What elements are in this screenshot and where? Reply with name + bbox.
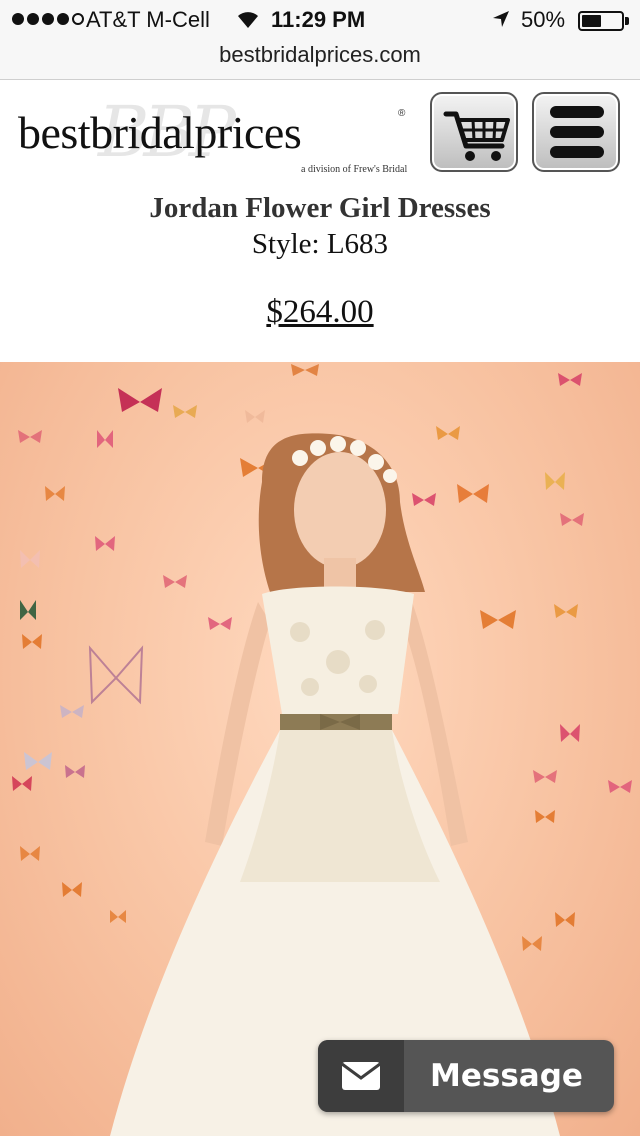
status-time: 11:29 PM — [271, 7, 366, 32]
battery-level — [582, 15, 601, 27]
product-style: Style: L683 — [251, 228, 389, 260]
status-bar: AT&T M-Cell 11:29 PM 50% — [0, 0, 640, 40]
battery-icon — [578, 11, 624, 31]
product-image[interactable] — [0, 362, 640, 1136]
location-arrow-icon — [493, 11, 509, 27]
message-button-label: Message — [430, 1058, 583, 1094]
site-header: BBP bestbridalprices ® a division of Fre… — [0, 80, 640, 180]
menu-button[interactable] — [532, 92, 620, 172]
signal-strength-icon — [12, 13, 84, 25]
product-price[interactable]: $264.00 — [0, 294, 640, 331]
message-button[interactable]: Message — [318, 1040, 614, 1112]
address-bar-url[interactable]: bestbridalprices.com — [0, 42, 640, 68]
carrier-name: AT&T M-Cell — [86, 7, 210, 32]
logo-wordmark: bestbridalprices — [18, 107, 302, 158]
cart-icon — [443, 111, 510, 161]
message-icon-area — [318, 1040, 404, 1112]
battery-tip — [625, 17, 629, 25]
logo-registered-mark: ® — [398, 108, 406, 119]
logo-subtitle: a division of Frew's Bridal — [301, 164, 408, 175]
wifi-icon — [238, 12, 258, 28]
battery-percent: 50% — [521, 7, 566, 32]
cart-button[interactable] — [430, 92, 518, 172]
price-link[interactable]: $264.00 — [266, 294, 373, 330]
product-photo-illustration — [12, 364, 632, 1136]
browser-chrome: AT&T M-Cell 11:29 PM 50% bestbridalprice… — [0, 0, 640, 80]
site-logo[interactable]: BBP bestbridalprices ® a division of Fre… — [18, 92, 418, 175]
envelope-icon — [341, 1062, 381, 1090]
product-title: Jordan Flower Girl Dresses — [149, 192, 491, 224]
